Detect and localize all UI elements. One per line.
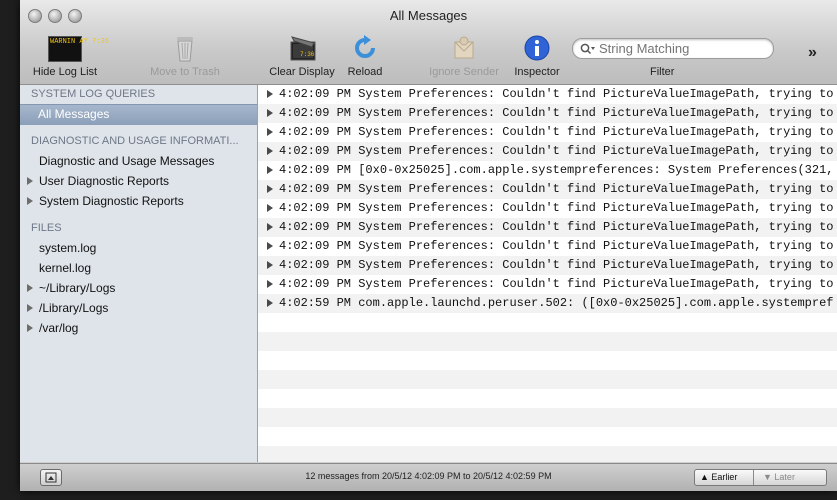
- earlier-button[interactable]: ▲ Earlier: [700, 472, 737, 482]
- disclosure-triangle-icon[interactable]: [267, 147, 273, 155]
- log-message-row[interactable]: 4:02:09 PM System Preferences: Couldn't …: [258, 199, 837, 218]
- disclosure-triangle-icon[interactable]: [267, 204, 273, 212]
- log-message-row[interactable]: 4:02:09 PM System Preferences: Couldn't …: [258, 218, 837, 237]
- empty-row: [258, 313, 837, 332]
- disclosure-triangle-icon[interactable]: [267, 299, 273, 307]
- earlier-later-control: ▲ Earlier ▼ Later: [694, 469, 827, 486]
- later-label: Later: [774, 472, 795, 482]
- log-message-text: 4:02:09 PM [0x0-0x25025].com.apple.syste…: [279, 163, 834, 177]
- move-to-trash-button[interactable]: Move to Trash: [140, 34, 230, 78]
- log-message-row[interactable]: 4:02:09 PM System Preferences: Couldn't …: [258, 104, 837, 123]
- sidebar-item-var-log[interactable]: /var/log: [39, 321, 78, 335]
- toolbar-overflow-icon[interactable]: »: [808, 44, 817, 62]
- log-message-text: 4:02:09 PM System Preferences: Couldn't …: [279, 144, 834, 158]
- sidebar-item-all-messages[interactable]: All Messages: [20, 104, 257, 125]
- info-icon: [523, 34, 551, 62]
- clear-display-label: Clear Display: [269, 66, 335, 78]
- log-message-row[interactable]: 4:02:09 PM System Preferences: Couldn't …: [258, 123, 837, 142]
- message-list[interactable]: 4:02:09 PM System Preferences: Couldn't …: [258, 85, 837, 462]
- filter-search-field[interactable]: [572, 38, 774, 59]
- clear-display-icon: 7:36: [288, 34, 316, 62]
- log-message-row[interactable]: 4:02:59 PM com.apple.launchd.peruser.502…: [258, 294, 837, 313]
- disclosure-triangle-icon[interactable]: [27, 284, 33, 292]
- log-message-text: 4:02:09 PM System Preferences: Couldn't …: [279, 220, 834, 234]
- log-message-text: 4:02:09 PM System Preferences: Couldn't …: [279, 239, 834, 253]
- log-message-row[interactable]: 4:02:09 PM System Preferences: Couldn't …: [258, 237, 837, 256]
- empty-row: [258, 351, 837, 370]
- disclosure-triangle-icon[interactable]: [267, 166, 273, 174]
- log-message-row[interactable]: 4:02:09 PM System Preferences: Couldn't …: [258, 256, 837, 275]
- log-message-row[interactable]: 4:02:09 PM [0x0-0x25025].com.apple.syste…: [258, 161, 837, 180]
- sidebar-item-library-logs[interactable]: /Library/Logs: [39, 301, 108, 315]
- log-message-text: 4:02:09 PM System Preferences: Couldn't …: [279, 182, 834, 196]
- ignore-sender-icon: [450, 34, 478, 62]
- empty-row: [258, 370, 837, 389]
- log-icon-text: WARNIN AY 7:36: [50, 38, 109, 46]
- titlebar-toolbar: All Messages WARNIN AY 7:36 Hide Log Lis…: [20, 0, 837, 85]
- empty-row: [258, 332, 837, 351]
- log-message-text: 4:02:09 PM System Preferences: Couldn't …: [279, 258, 834, 272]
- sidebar-item-label: All Messages: [38, 107, 110, 121]
- reload-icon: [351, 34, 379, 62]
- section-files: FILES: [31, 222, 62, 234]
- sidebar-item-kernel-log[interactable]: kernel.log: [39, 261, 91, 275]
- window-title: All Messages: [389, 8, 468, 23]
- filter-label: Filter: [650, 66, 675, 78]
- disclosure-triangle-icon[interactable]: [267, 128, 273, 136]
- disclosure-triangle-icon[interactable]: [267, 109, 273, 117]
- log-list-icon: WARNIN AY 7:36: [48, 36, 109, 62]
- empty-row: [258, 446, 837, 462]
- ignore-sender-button[interactable]: Ignore Sender: [420, 34, 508, 78]
- svg-text:7:36: 7:36: [300, 51, 315, 58]
- move-to-trash-label: Move to Trash: [150, 66, 220, 78]
- empty-row: [258, 408, 837, 427]
- disclosure-triangle-icon[interactable]: [27, 304, 33, 312]
- sidebar-item-system-diagnostic-reports[interactable]: System Diagnostic Reports: [39, 194, 184, 208]
- hide-log-list-label: Hide Log List: [32, 66, 98, 78]
- trash-icon: [171, 34, 199, 62]
- log-message-row[interactable]: 4:02:09 PM System Preferences: Couldn't …: [258, 275, 837, 294]
- log-message-row[interactable]: 4:02:09 PM System Preferences: Couldn't …: [258, 85, 837, 104]
- later-button[interactable]: ▼ Later: [763, 472, 795, 482]
- log-message-text: 4:02:09 PM System Preferences: Couldn't …: [279, 125, 834, 139]
- status-bar: 12 messages from 20/5/12 4:02:09 PM to 2…: [20, 463, 837, 491]
- disclosure-triangle-icon[interactable]: [27, 177, 33, 185]
- earlier-label: Earlier: [711, 472, 738, 482]
- search-icon: [580, 42, 596, 60]
- search-input[interactable]: [599, 40, 764, 56]
- log-message-row[interactable]: 4:02:09 PM System Preferences: Couldn't …: [258, 180, 837, 199]
- log-message-text: 4:02:09 PM System Preferences: Couldn't …: [279, 87, 834, 101]
- disclosure-triangle-icon[interactable]: [267, 185, 273, 193]
- console-window: All Messages WARNIN AY 7:36 Hide Log Lis…: [20, 0, 837, 491]
- disclosure-triangle-icon[interactable]: [267, 280, 273, 288]
- log-message-text: 4:02:59 PM com.apple.launchd.peruser.502…: [279, 296, 834, 310]
- ignore-sender-label: Ignore Sender: [429, 66, 499, 78]
- inspector-label: Inspector: [514, 66, 560, 78]
- log-message-text: 4:02:09 PM System Preferences: Couldn't …: [279, 277, 834, 291]
- disclosure-triangle-icon[interactable]: [267, 242, 273, 250]
- sidebar-item-system-log[interactable]: system.log: [39, 241, 96, 255]
- empty-row: [258, 389, 837, 408]
- section-diagnostic-usage: DIAGNOSTIC AND USAGE INFORMATI...: [31, 135, 239, 147]
- reload-label: Reload: [347, 66, 383, 78]
- log-message-row[interactable]: 4:02:09 PM System Preferences: Couldn't …: [258, 142, 837, 161]
- sidebar-item-user-diagnostic-reports[interactable]: User Diagnostic Reports: [39, 174, 169, 188]
- segment-divider: [753, 470, 754, 485]
- disclosure-triangle-icon[interactable]: [267, 90, 273, 98]
- log-message-text: 4:02:09 PM System Preferences: Couldn't …: [279, 201, 834, 215]
- reload-button[interactable]: Reload: [342, 34, 388, 78]
- disclosure-triangle-icon[interactable]: [267, 261, 273, 269]
- section-system-log-queries: SYSTEM LOG QUERIES: [31, 88, 156, 100]
- clear-display-button[interactable]: 7:36 Clear Display: [262, 34, 342, 78]
- log-message-text: 4:02:09 PM System Preferences: Couldn't …: [279, 106, 834, 120]
- disclosure-triangle-icon[interactable]: [27, 197, 33, 205]
- empty-row: [258, 427, 837, 446]
- hide-log-list-button[interactable]: WARNIN AY 7:36 Hide Log List: [25, 34, 109, 78]
- log-list-sidebar: SYSTEM LOG QUERIES All Messages DIAGNOST…: [20, 85, 258, 462]
- disclosure-triangle-icon[interactable]: [27, 324, 33, 332]
- inspector-button[interactable]: Inspector: [508, 34, 566, 78]
- disclosure-triangle-icon[interactable]: [267, 223, 273, 231]
- sidebar-item-user-library-logs[interactable]: ~/Library/Logs: [39, 281, 115, 295]
- sidebar-item-diagnostic-usage-messages[interactable]: Diagnostic and Usage Messages: [39, 154, 214, 168]
